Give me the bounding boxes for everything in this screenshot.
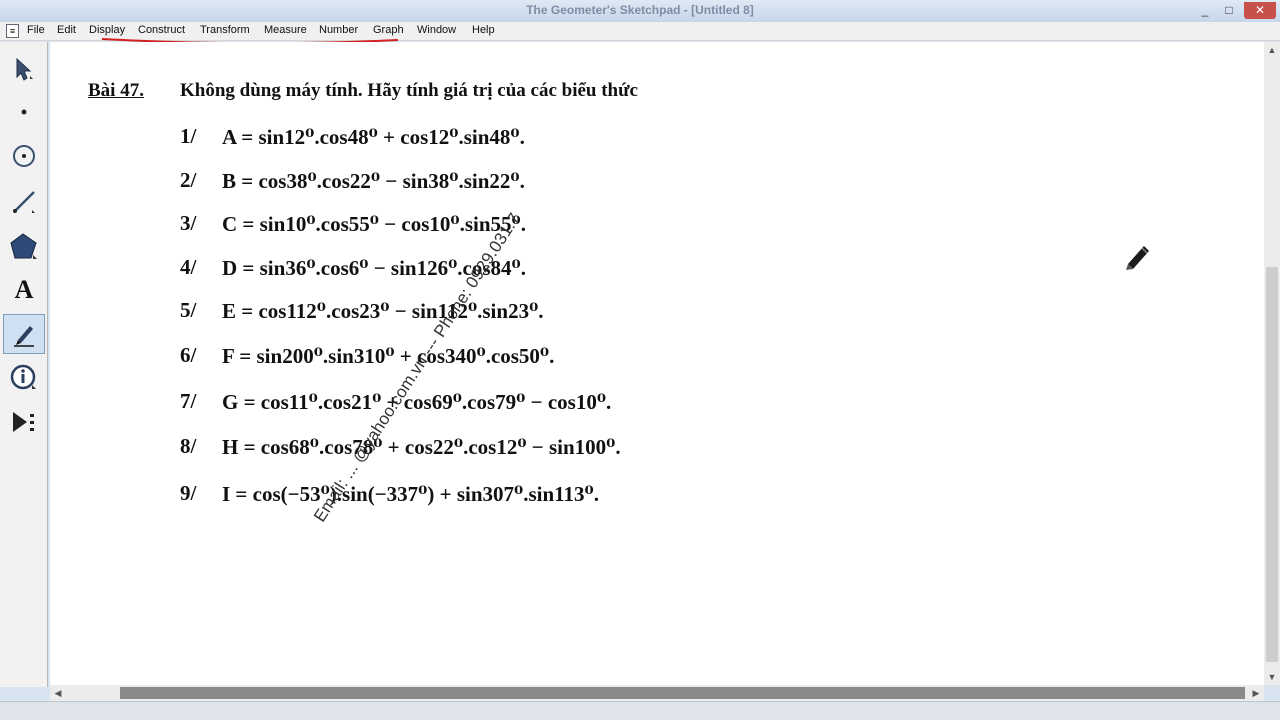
menu-number[interactable]: Number bbox=[319, 24, 358, 36]
arrow-tool[interactable] bbox=[3, 50, 45, 90]
straightedge-tool[interactable] bbox=[3, 182, 45, 222]
problem-number: 9/ bbox=[180, 481, 197, 505]
arrow-tool-icon bbox=[16, 57, 33, 81]
maximize-button[interactable]: □ bbox=[1218, 2, 1240, 19]
toolbox: A bbox=[0, 42, 48, 687]
straightedge-tool-icon bbox=[13, 191, 35, 213]
custom-tool-icon bbox=[13, 412, 34, 432]
problem-expression: A = sin12⁰.cos48⁰ + cos12⁰.sin48⁰. bbox=[222, 125, 525, 149]
problem-number: 2/ bbox=[180, 168, 197, 192]
horizontal-scroll-thumb[interactable] bbox=[120, 687, 1245, 699]
menu-window[interactable]: Window bbox=[417, 24, 456, 36]
window-title: The Geometer's Sketchpad - [Untitled 8] bbox=[526, 3, 754, 17]
problem-expression: C = sin10⁰.cos55⁰ − cos10⁰.sin55⁰. bbox=[222, 212, 526, 236]
menu-edit[interactable]: Edit bbox=[57, 24, 76, 36]
problem-number: 6/ bbox=[180, 343, 197, 367]
vertical-scrollbar[interactable]: ▲ ▼ bbox=[1264, 42, 1280, 685]
menu-transform[interactable]: Transform bbox=[200, 24, 250, 36]
information-tool[interactable] bbox=[3, 358, 45, 398]
menu-graph[interactable]: Graph bbox=[373, 24, 404, 36]
text-tool[interactable]: A bbox=[3, 270, 45, 310]
minimize-button[interactable]: _ bbox=[1194, 2, 1216, 19]
document-icon[interactable]: ≡ bbox=[6, 24, 19, 38]
information-tool-icon bbox=[10, 364, 36, 390]
problem-expression: B = cos38⁰.cos22⁰ − sin38⁰.sin22⁰. bbox=[222, 169, 525, 193]
text-tool-icon: A bbox=[14, 275, 34, 304]
problem-number: 3/ bbox=[180, 211, 197, 235]
problem-number: 1/ bbox=[180, 124, 197, 148]
scroll-down-icon[interactable]: ▼ bbox=[1264, 669, 1280, 685]
menu-construct[interactable]: Construct bbox=[138, 24, 185, 36]
polygon-tool-icon bbox=[10, 233, 37, 259]
compass-tool-icon bbox=[13, 145, 35, 167]
problem-number: 7/ bbox=[180, 389, 197, 413]
problem-expression: G = cos11⁰.cos21⁰ + cos69⁰.cos79⁰ − cos1… bbox=[222, 390, 612, 414]
menu-display[interactable]: Display bbox=[89, 24, 125, 36]
scroll-right-icon[interactable]: ▶ bbox=[1248, 685, 1264, 701]
exercise-heading: Bài 47. bbox=[88, 80, 144, 101]
problem-number: 5/ bbox=[180, 298, 197, 322]
scroll-left-icon[interactable]: ◀ bbox=[50, 685, 66, 701]
scroll-up-icon[interactable]: ▲ bbox=[1264, 42, 1280, 58]
custom-tool[interactable] bbox=[3, 402, 45, 442]
problem-expression: I = cos(−53⁰).sin(−337⁰) + sin307⁰.sin11… bbox=[222, 482, 599, 506]
marker-cursor-icon bbox=[1126, 246, 1149, 270]
status-bar bbox=[0, 701, 1280, 720]
point-tool-icon bbox=[21, 109, 27, 115]
title-bar: The Geometer's Sketchpad - [Untitled 8] … bbox=[0, 0, 1280, 22]
problem-number: 4/ bbox=[180, 255, 197, 279]
problem-expression: E = cos112⁰.cos23⁰ − sin112⁰.sin23⁰. bbox=[222, 299, 544, 323]
horizontal-scrollbar[interactable]: ◀ ▶ bbox=[50, 685, 1264, 701]
problem-expression: H = cos68⁰.cos78⁰ + cos22⁰.cos12⁰ − sin1… bbox=[222, 435, 621, 459]
compass-tool[interactable] bbox=[3, 136, 45, 176]
problem-number: 8/ bbox=[180, 434, 197, 458]
menu-measure[interactable]: Measure bbox=[264, 24, 307, 36]
point-tool[interactable] bbox=[3, 92, 45, 132]
menu-help[interactable]: Help bbox=[472, 24, 495, 36]
marker-tool-icon bbox=[14, 326, 34, 347]
exercise-intro: Không dùng máy tính. Hãy tính giá trị củ… bbox=[180, 80, 638, 101]
problem-expression: F = sin200⁰.sin310⁰ + cos340⁰.cos50⁰. bbox=[222, 344, 555, 368]
close-button[interactable]: ✕ bbox=[1244, 2, 1276, 19]
menu-file[interactable]: File bbox=[27, 24, 45, 36]
polygon-tool[interactable] bbox=[3, 226, 45, 266]
vertical-scroll-thumb[interactable] bbox=[1266, 267, 1278, 662]
marker-tool[interactable] bbox=[3, 314, 45, 354]
